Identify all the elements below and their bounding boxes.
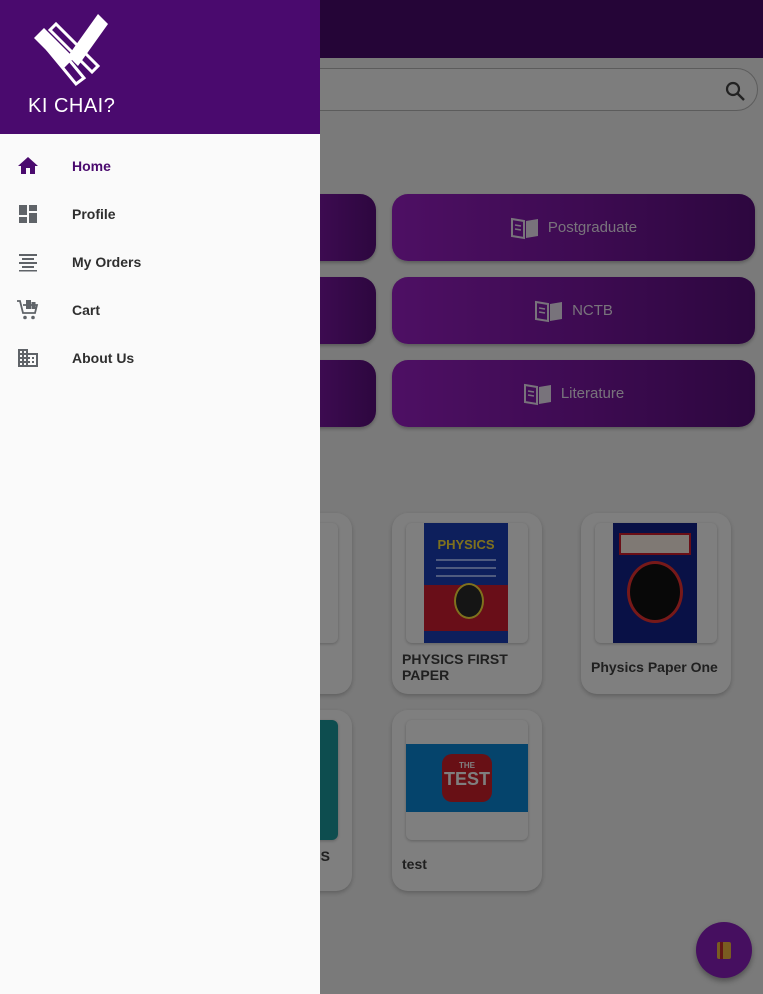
dashboard-icon [19, 205, 37, 223]
drawer-header: KI CHAI? [0, 0, 320, 134]
home-icon [18, 157, 38, 174]
building-icon [18, 349, 38, 367]
drawer-item-profile[interactable]: Profile [0, 190, 320, 238]
drawer-item-about-us[interactable]: About Us [0, 334, 320, 382]
drawer-item-label: My Orders [72, 254, 142, 270]
app-logo [34, 14, 108, 87]
drawer-item-cart[interactable]: Cart [0, 286, 320, 334]
drawer-item-label: About Us [72, 350, 135, 366]
drawer-item-label: Cart [72, 302, 101, 318]
drawer-item-label: Home [72, 158, 111, 174]
cart-icon [17, 300, 39, 320]
brand-name: KI CHAI? [28, 95, 116, 117]
list-icon [19, 254, 37, 272]
drawer-item-label: Profile [72, 206, 116, 222]
navigation-drawer: KI CHAI? Home Profile My Orders Cart Abo… [0, 0, 320, 994]
drawer-item-my-orders[interactable]: My Orders [0, 238, 320, 286]
drawer-item-home[interactable]: Home [0, 142, 320, 190]
drawer-menu: Home Profile My Orders Cart About Us [0, 142, 320, 382]
